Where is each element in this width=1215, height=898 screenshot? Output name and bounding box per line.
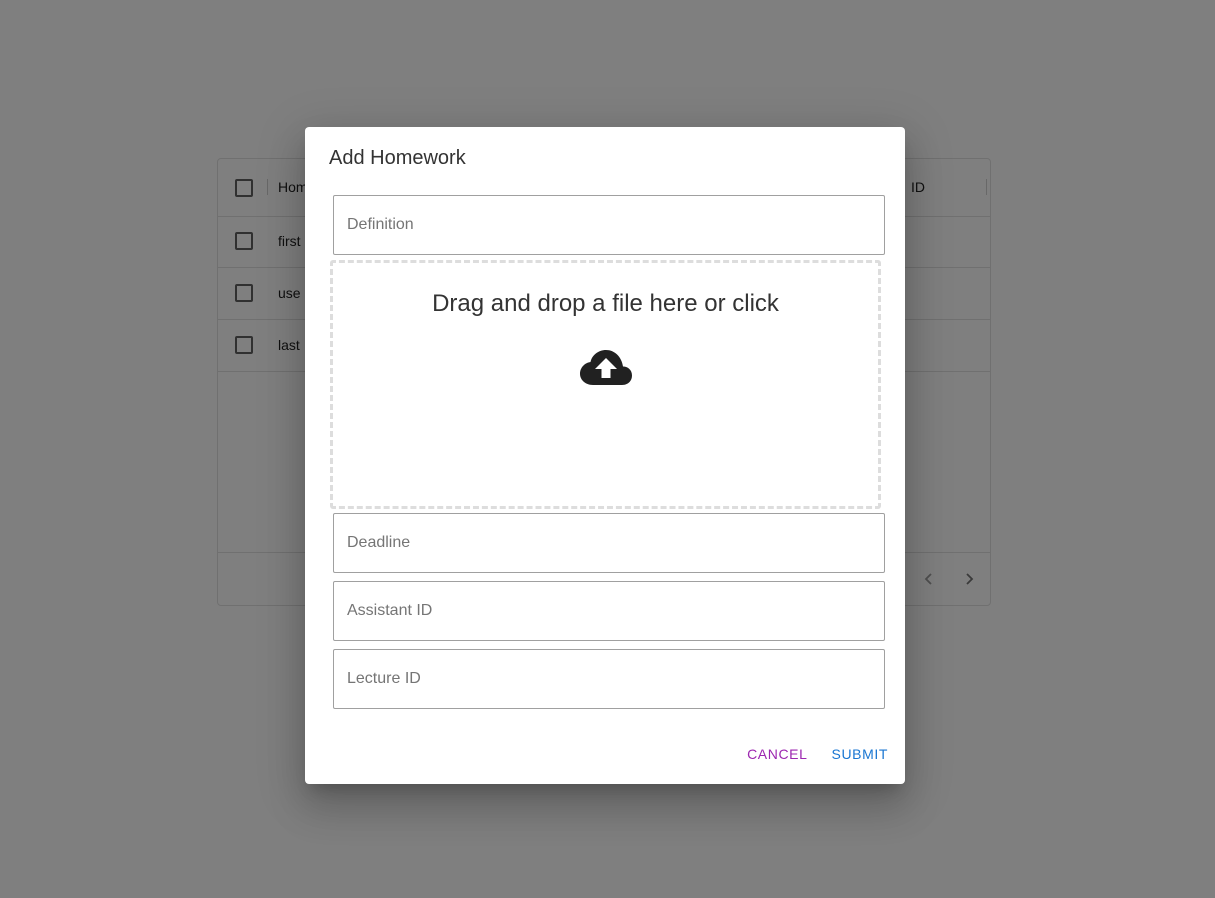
assistant-id-field[interactable] — [333, 581, 885, 641]
dialog-title: Add Homework — [329, 147, 466, 169]
definition-input[interactable] — [334, 196, 884, 254]
dropzone-text: Drag and drop a file here or click — [432, 290, 779, 317]
file-dropzone[interactable]: Drag and drop a file here or click — [330, 260, 881, 509]
deadline-field[interactable] — [333, 513, 885, 573]
dialog-actions: CANCEL SUBMIT — [731, 742, 888, 766]
submit-button[interactable]: SUBMIT — [816, 742, 889, 766]
lecture-id-input[interactable] — [334, 650, 884, 708]
deadline-input[interactable] — [334, 514, 884, 572]
definition-field[interactable] — [333, 195, 885, 255]
cloud-upload-icon — [580, 350, 632, 385]
assistant-id-input[interactable] — [334, 582, 884, 640]
lecture-id-field[interactable] — [333, 649, 885, 709]
cancel-button[interactable]: CANCEL — [731, 742, 807, 766]
add-homework-dialog: Add Homework Drag and drop a file here o… — [305, 127, 905, 784]
